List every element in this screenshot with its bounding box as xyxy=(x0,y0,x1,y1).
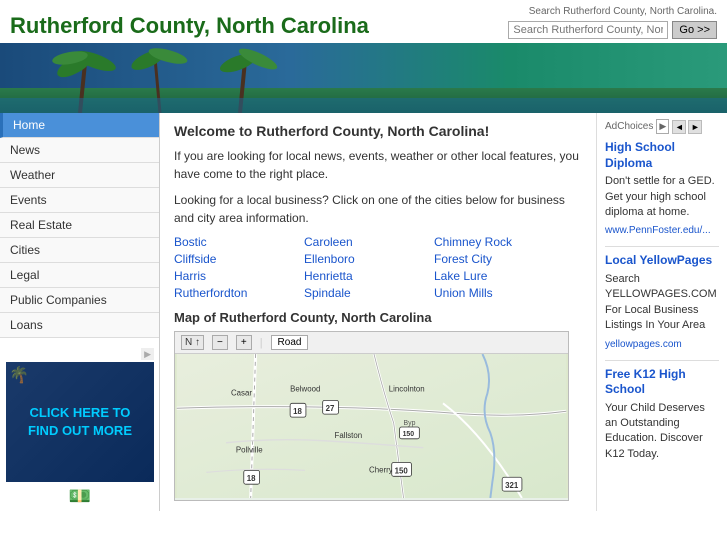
sidebar-item-news[interactable]: News xyxy=(0,138,159,163)
ad2-body: Search YELLOWPAGES.COM For Local Busines… xyxy=(605,272,719,334)
city-link-rutherfordton[interactable]: Rutherfordton xyxy=(174,286,294,300)
ad-choices-bar: AdChoices ▶ ◄ ► xyxy=(605,119,719,134)
ad-block-2: Local YellowPages Search YELLOWPAGES.COM… xyxy=(605,253,719,349)
city-col-3: Chimney Rock Forest City Lake Lure Union… xyxy=(434,235,554,300)
svg-text:27: 27 xyxy=(326,404,335,413)
sidebar-item-legal[interactable]: Legal xyxy=(0,263,159,288)
map-canvas[interactable]: Casar Belwood Lincolnton Fallston Pollvi… xyxy=(175,354,568,498)
svg-text:150: 150 xyxy=(403,431,415,438)
city-link-lake-lure[interactable]: Lake Lure xyxy=(434,269,554,283)
compass-icon: N ↑ xyxy=(181,335,204,350)
city-links: Bostic Cliffside Harris Rutherfordton Ca… xyxy=(174,235,582,300)
business-text: Looking for a local business? Click on o… xyxy=(174,191,582,227)
ad-nav-next[interactable]: ► xyxy=(688,120,702,134)
city-link-forest-city[interactable]: Forest City xyxy=(434,252,554,266)
main-content: Welcome to Rutherford County, North Caro… xyxy=(160,113,597,511)
search-input[interactable] xyxy=(508,21,668,39)
city-link-union-mills[interactable]: Union Mills xyxy=(434,286,554,300)
svg-text:Pollville: Pollville xyxy=(236,446,263,455)
sidebar-item-real-estate[interactable]: Real Estate xyxy=(0,213,159,238)
ad2-title[interactable]: Local YellowPages xyxy=(605,253,719,269)
ad-nav-prev[interactable]: ◄ xyxy=(672,120,686,134)
city-link-ellenboro[interactable]: Ellenboro xyxy=(304,252,424,266)
ad3-body: Your Child Deserves an Outstanding Educa… xyxy=(605,401,719,463)
search-area: Search Rutherford County, North Carolina… xyxy=(508,6,717,39)
page-title: Rutherford County, North Carolina xyxy=(10,13,369,39)
svg-text:Byp: Byp xyxy=(404,420,416,427)
map-zoom-in[interactable]: + xyxy=(236,335,252,350)
city-link-caroleen[interactable]: Caroleen xyxy=(304,235,424,249)
ad-money-icon: 💵 xyxy=(0,486,160,507)
sidebar: Home News Weather Events Real Estate Cit… xyxy=(0,113,160,511)
svg-text:18: 18 xyxy=(293,407,302,416)
sidebar-item-events[interactable]: Events xyxy=(0,188,159,213)
main-layout: Home News Weather Events Real Estate Cit… xyxy=(0,113,727,511)
ad-choices-icon: ▶ xyxy=(656,119,669,134)
sidebar-item-public-companies[interactable]: Public Companies xyxy=(0,288,159,313)
ad-block-3: Free K12 High School Your Child Deserves… xyxy=(605,367,719,463)
map-toolbar: N ↑ − + | Road xyxy=(175,332,568,354)
sidebar-item-cities[interactable]: Cities xyxy=(0,238,159,263)
city-link-cliffside[interactable]: Cliffside xyxy=(174,252,294,266)
svg-text:Casar: Casar xyxy=(231,388,252,397)
page-header: Rutherford County, North Carolina Search… xyxy=(0,0,727,43)
svg-text:Lincolnton: Lincolnton xyxy=(389,384,425,393)
city-link-harris[interactable]: Harris xyxy=(174,269,294,283)
svg-text:321: 321 xyxy=(505,481,519,490)
ad1-link[interactable]: www.PennFoster.edu/... xyxy=(605,225,711,236)
ad-tag: ▶ xyxy=(141,348,154,360)
map-road-view[interactable]: Road xyxy=(271,335,309,350)
content-heading: Welcome to Rutherford County, North Caro… xyxy=(174,123,582,139)
banner-image xyxy=(0,43,727,113)
ad1-body: Don't settle for a GED. Get your high sc… xyxy=(605,174,719,220)
search-label: Search Rutherford County, North Carolina… xyxy=(529,6,717,17)
city-link-spindale[interactable]: Spindale xyxy=(304,286,424,300)
city-col-2: Caroleen Ellenboro Henrietta Spindale xyxy=(304,235,424,300)
ad2-link[interactable]: yellowpages.com xyxy=(605,339,682,350)
map-section: Map of Rutherford County, North Carolina… xyxy=(174,310,582,501)
city-col-1: Bostic Cliffside Harris Rutherfordton xyxy=(174,235,294,300)
city-link-henrietta[interactable]: Henrietta xyxy=(304,269,424,283)
left-ad-content[interactable]: 🌴 CLICK HERE TO FIND OUT MORE xyxy=(6,362,154,482)
city-link-chimney-rock[interactable]: Chimney Rock xyxy=(434,235,554,249)
ad-choices-label: AdChoices xyxy=(605,121,653,132)
search-row: Go >> xyxy=(508,21,717,39)
svg-text:18: 18 xyxy=(247,474,256,483)
search-button[interactable]: Go >> xyxy=(672,21,717,39)
map-separator: | xyxy=(260,337,263,349)
ad1-title[interactable]: High School Diploma xyxy=(605,140,719,171)
ad-nav: ◄ ► xyxy=(672,120,702,134)
map-svg: Casar Belwood Lincolnton Fallston Pollvi… xyxy=(175,354,568,498)
sidebar-item-home[interactable]: Home xyxy=(0,113,159,138)
svg-text:150: 150 xyxy=(395,466,409,475)
map-container: N ↑ − + | Road xyxy=(174,331,569,501)
banner-background xyxy=(0,43,727,113)
banner-svg xyxy=(0,43,727,113)
ad3-title[interactable]: Free K12 High School xyxy=(605,367,719,398)
ad-divider-2 xyxy=(605,360,719,361)
ad-sidebar: AdChoices ▶ ◄ ► High School Diploma Don'… xyxy=(597,113,727,511)
map-heading: Map of Rutherford County, North Carolina xyxy=(174,310,582,325)
ad-click-text: CLICK HERE TO FIND OUT MORE xyxy=(14,404,146,440)
left-advertisement: ▶ 🌴 CLICK HERE TO FIND OUT MORE 💵 xyxy=(0,346,160,507)
intro-text: If you are looking for local news, event… xyxy=(174,147,582,183)
sidebar-item-loans[interactable]: Loans xyxy=(0,313,159,338)
city-link-bostic[interactable]: Bostic xyxy=(174,235,294,249)
svg-text:Belwood: Belwood xyxy=(290,384,320,393)
ad-block-1: High School Diploma Don't settle for a G… xyxy=(605,140,719,236)
ad-divider-1 xyxy=(605,246,719,247)
svg-text:Fallston: Fallston xyxy=(335,431,363,440)
map-zoom-out[interactable]: − xyxy=(212,335,228,350)
palm-decoration: 🌴 xyxy=(9,365,150,385)
sidebar-item-weather[interactable]: Weather xyxy=(0,163,159,188)
